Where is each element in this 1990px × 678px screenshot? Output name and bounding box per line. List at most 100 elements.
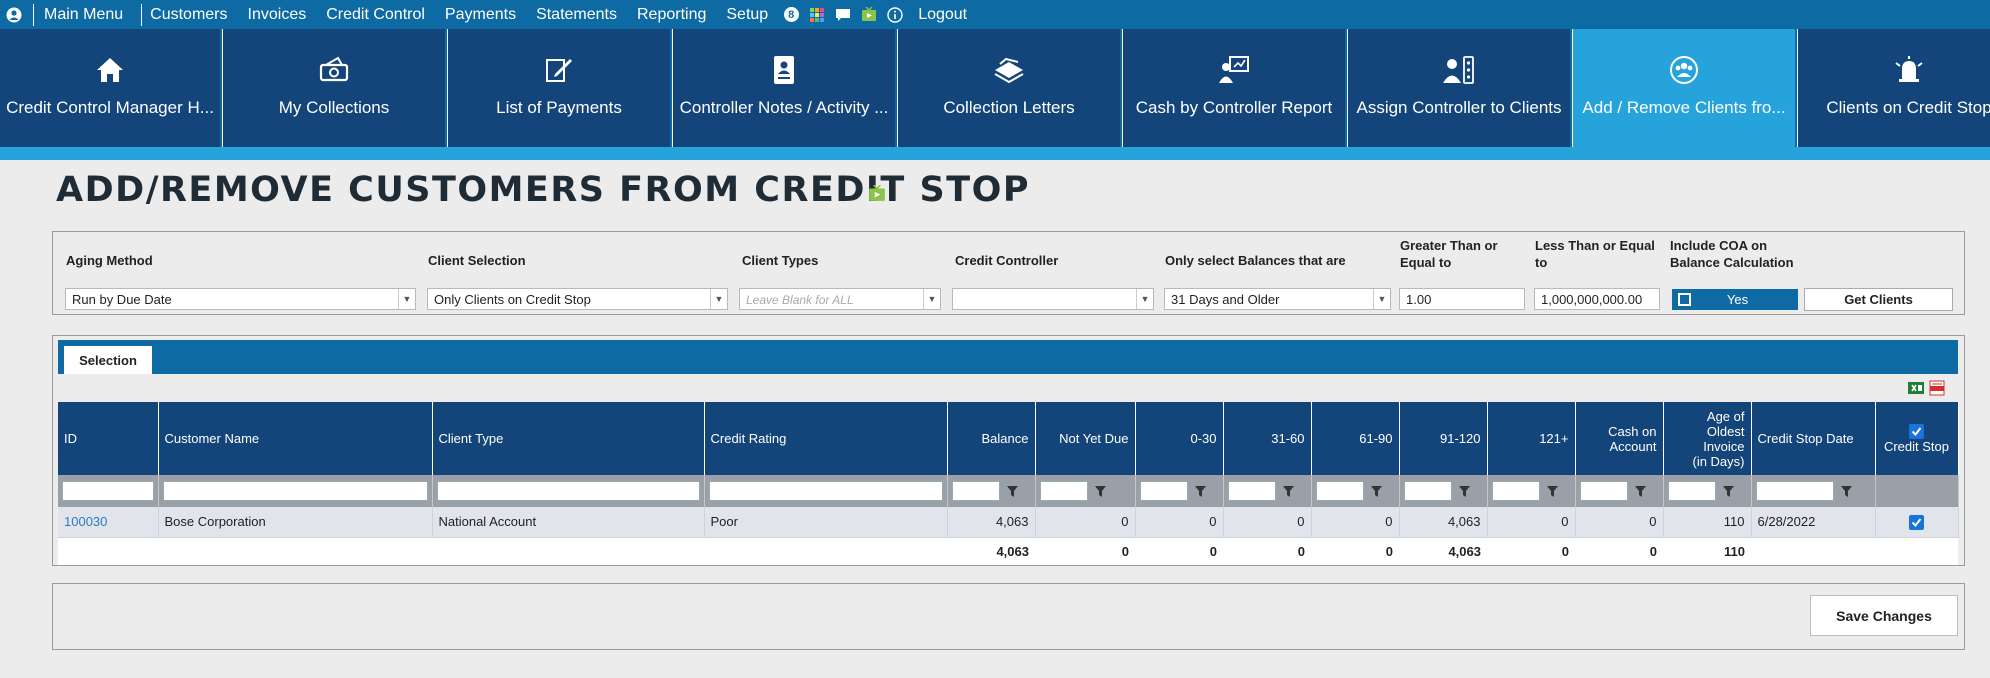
tile-my-collections[interactable]: My Collections [222,29,445,147]
include-coa-toggle[interactable]: Yes [1672,289,1798,310]
tile-assign-controller[interactable]: Assign Controller to Clients [1347,29,1570,147]
tile-collection-letters[interactable]: Collection Letters [897,29,1120,147]
filter-icon[interactable] [1836,481,1858,501]
cell-not-yet-due: 0 [1035,507,1136,538]
menu-main-menu[interactable]: Main Menu [42,6,133,24]
include-coa-label-line: Balance Calculation [1670,255,1794,270]
col-61-90[interactable]: 61-90 [1311,402,1400,475]
filter-cell [1311,475,1400,507]
badge-count: 8 [783,7,799,22]
tile-label: Clients on Credit Stop [1826,98,1990,117]
less-than-input[interactable]: 1,000,000,000.00 [1534,288,1660,310]
filter-0-30-input[interactable] [1139,481,1188,501]
filter-balance-input[interactable] [951,481,1000,501]
tile-clients-on-credit-stop[interactable]: Clients on Credit Stop [1797,29,1990,147]
credit-stop-checkbox[interactable] [1909,514,1924,530]
tile-cash-by-controller[interactable]: Cash by Controller Report [1122,29,1345,147]
client-selection-label: Client Selection [428,253,526,268]
filter-nyd-input[interactable] [1039,481,1088,501]
filter-61-90-input[interactable] [1315,481,1364,501]
filter-icon[interactable] [1630,481,1652,501]
menu-credit-control[interactable]: Credit Control [316,6,435,24]
col-not-yet-due[interactable]: Not Yet Due [1035,402,1136,475]
filter-icon[interactable] [1366,481,1388,501]
col-customer-name[interactable]: Customer Name [158,402,433,475]
tile-list-of-payments[interactable]: List of Payments [447,29,670,147]
col-31-60[interactable]: 31-60 [1223,402,1312,475]
tile-controller-notes[interactable]: Controller Notes / Activity ... [672,29,895,147]
filter-31-60-input[interactable] [1227,481,1276,501]
client-types-select[interactable]: Leave Blank for ALL ▼ [739,288,941,310]
balances-label: Only select Balances that are [1165,253,1346,268]
col-credit-stop[interactable]: Credit Stop [1875,402,1959,475]
col-0-30[interactable]: 0-30 [1135,402,1224,475]
menu-statements[interactable]: Statements [526,6,627,24]
filter-icon[interactable] [1190,481,1212,501]
greater-than-label: Greater Than or Equal to [1400,237,1498,271]
header-line: Account [1609,438,1657,454]
total-empty [158,537,432,565]
menu-invoices[interactable]: Invoices [238,6,317,24]
excel-export-icon[interactable] [1908,380,1924,396]
info-icon[interactable] [882,4,908,26]
aging-method-select[interactable]: Run by Due Date ▼ [65,288,416,310]
filter-icon[interactable] [1002,481,1024,501]
menu-reporting[interactable]: Reporting [627,6,716,24]
filter-stop-date-input[interactable] [1755,481,1834,501]
col-91-120[interactable]: 91-120 [1399,402,1488,475]
filter-type-input[interactable] [436,481,700,501]
tv-icon[interactable] [856,4,882,26]
tile-add-remove-clients[interactable]: Add / Remove Clients fro... [1572,29,1795,147]
col-id[interactable]: ID [58,402,159,475]
save-changes-button[interactable]: Save Changes [1810,595,1958,636]
col-credit-stop-date[interactable]: Credit Stop Date [1751,402,1876,475]
filter-icon[interactable] [1454,481,1476,501]
filter-cell [1575,475,1664,507]
menu-payments[interactable]: Payments [435,6,526,24]
pdf-export-icon[interactable] [1929,380,1945,396]
filter-name-input[interactable] [162,481,428,501]
col-credit-rating[interactable]: Credit Rating [704,402,948,475]
credit-controller-select[interactable]: ▼ [952,288,1154,310]
col-cash-on-account[interactable]: Cash on Account [1575,402,1664,475]
total-balance: 4,063 [947,537,1035,565]
select-all-checkbox[interactable] [1909,424,1924,440]
total-age: 110 [1663,537,1751,565]
user-icon[interactable] [3,4,25,26]
filter-icon[interactable] [1090,481,1112,501]
balances-select[interactable]: 31 Days and Older ▼ [1164,288,1391,310]
menu-setup[interactable]: Setup [716,6,778,24]
tab-selection[interactable]: Selection [64,346,152,374]
col-balance[interactable]: Balance [947,402,1036,475]
tile-label: Add / Remove Clients fro... [1582,98,1786,117]
menu-customers[interactable]: Customers [150,6,237,24]
filter-icon[interactable] [1542,481,1564,501]
menu-logout[interactable]: Logout [908,6,977,24]
col-client-type[interactable]: Client Type [432,402,705,475]
tile-credit-control-manager[interactable]: Credit Control Manager H... [0,29,220,147]
filter-age-input[interactable] [1667,481,1716,501]
filter-icon[interactable] [1278,481,1300,501]
chat-icon[interactable] [830,4,856,26]
col-age-oldest-invoice[interactable]: Age of Oldest Invoice (in Days) [1663,402,1752,475]
col-121-plus[interactable]: 121+ [1487,402,1576,475]
total-61-90: 0 [1311,537,1399,565]
total-not-yet-due: 0 [1035,537,1135,565]
notification-badge[interactable]: 8 [778,4,804,26]
greater-than-input[interactable]: 1.00 [1399,288,1525,310]
filter-icon[interactable] [1718,481,1740,501]
filter-coa-input[interactable] [1579,481,1628,501]
grid-icon[interactable] [804,4,830,26]
filter-id-input[interactable] [62,481,154,501]
filter-rating-input[interactable] [708,481,943,501]
filter-91-120-input[interactable] [1403,481,1452,501]
filter-cell [158,475,433,507]
table-row[interactable]: 100030 Bose Corporation National Account… [58,507,1959,538]
video-help-icon[interactable] [868,184,886,205]
filter-121-input[interactable] [1491,481,1540,501]
client-selection-select[interactable]: Only Clients on Credit Stop ▼ [427,288,728,310]
get-clients-button[interactable]: Get Clients [1804,288,1953,311]
presenter-icon [1218,55,1250,85]
customer-id-link[interactable]: 100030 [64,514,107,529]
grid-filter-row [58,475,1959,507]
